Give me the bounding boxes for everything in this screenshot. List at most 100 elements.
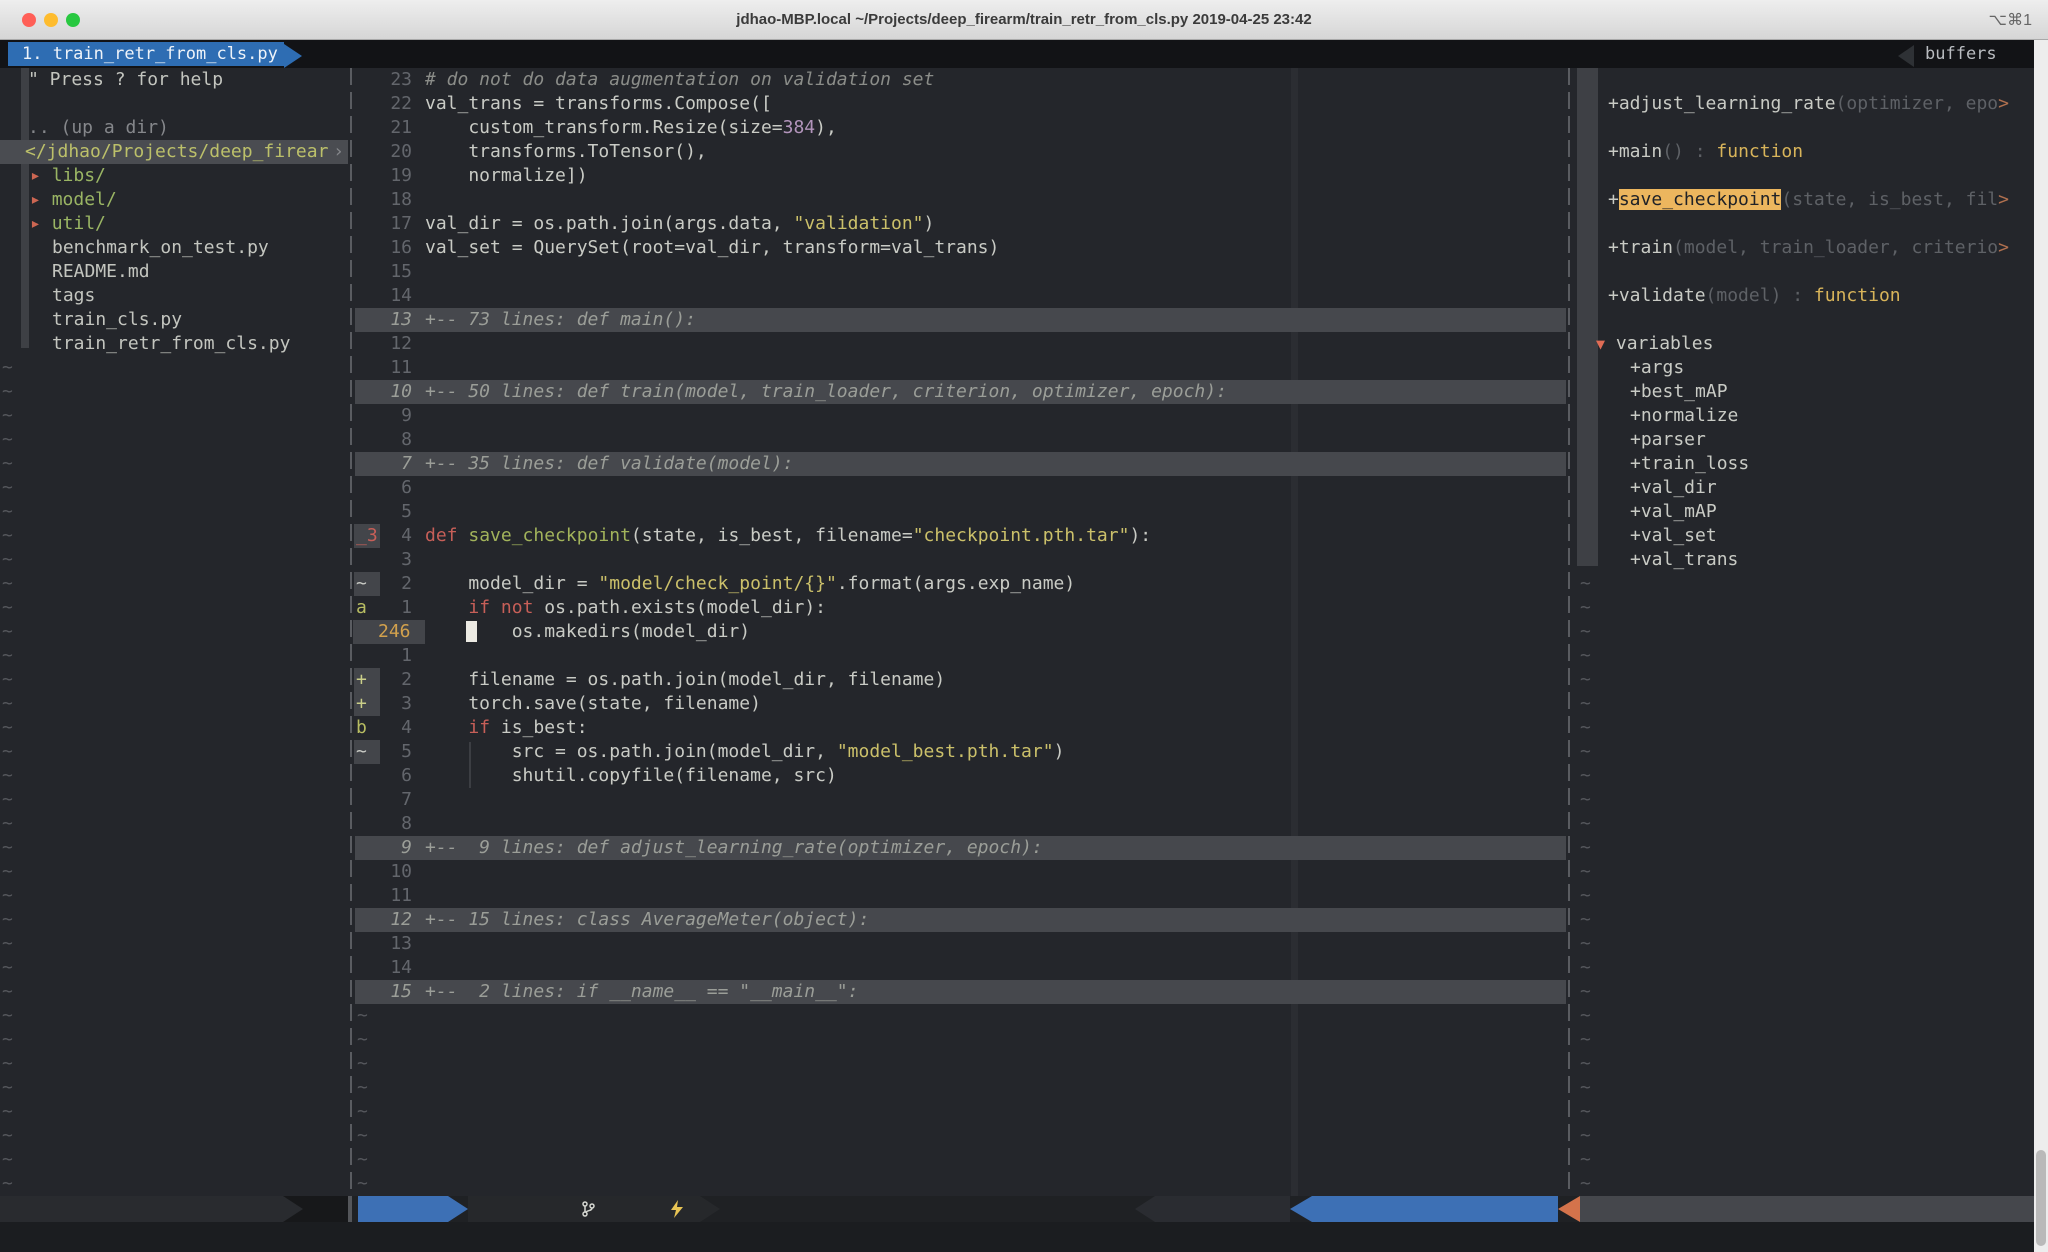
fold-text[interactable]: +-- 50 lines: def train(model, train_loa…: [425, 380, 1227, 404]
text-span: (optimizer, epo: [1836, 93, 1999, 114]
tagbar-entry[interactable]: +train_loss: [1630, 452, 1749, 476]
tagbar-entry[interactable]: +train(model, train_loader, criterio>: [1608, 236, 2009, 260]
code-line[interactable]: if is_best:: [425, 716, 588, 740]
scrollbar-track[interactable]: [2034, 40, 2048, 1252]
tagbar-entry[interactable]: +val_mAP: [1630, 500, 1717, 524]
line-number: 5: [353, 740, 412, 764]
line-number: 15: [353, 980, 412, 1004]
fold-text[interactable]: +-- 9 lines: def adjust_learning_rate(op…: [425, 836, 1043, 860]
tab-train-retr-from-cls[interactable]: 1. train_retr_from_cls.py: [8, 42, 284, 66]
empty-line-tilde: ~: [1580, 1100, 1591, 1124]
nerdtree-row[interactable]: </jdhao/Projects/deep_firear›: [0, 140, 348, 164]
code-line[interactable]: torch.save(state, filename): [425, 692, 761, 716]
tagbar-entry[interactable]: +val_dir: [1630, 476, 1717, 500]
nerdtree-row[interactable]: benchmark_on_test.py: [0, 236, 348, 260]
text-span: os.path.exists(model_dir):: [533, 597, 826, 618]
nerdtree-row[interactable]: " Press ? for help: [0, 68, 348, 92]
text-span: libs/: [52, 165, 106, 186]
code-line[interactable]: normalize]): [425, 164, 588, 188]
tagbar-entry[interactable]: ▼ variables: [1596, 332, 1713, 356]
macos-titlebar: jdhao-MBP.local ~/Projects/deep_firearm/…: [0, 0, 2048, 40]
fold-text[interactable]: +-- 15 lines: class AverageMeter(object)…: [425, 908, 869, 932]
tagbar-scroll-strip[interactable]: [1577, 68, 1598, 566]
fold-text[interactable]: +-- 2 lines: if __name__ == "__main__":: [425, 980, 858, 1004]
fold-text[interactable]: +-- 73 lines: def main():: [425, 308, 696, 332]
line-number: 16: [353, 236, 412, 260]
code-line[interactable]: filename = os.path.join(model_dir, filen…: [425, 668, 945, 692]
empty-line-tilde: ~: [2, 980, 13, 1004]
nerdtree-split-separator[interactable]: [350, 68, 352, 1196]
zoom-window-icon[interactable]: [66, 13, 80, 27]
tagbar-entry[interactable]: +main() : function: [1608, 140, 1803, 164]
tagbar-entry[interactable]: +validate(model) : function: [1608, 284, 1901, 308]
nerdtree-row[interactable]: README.md: [0, 260, 348, 284]
powerline-arrow-icon: [1290, 1196, 1312, 1222]
tagbar-entry[interactable]: +best_mAP: [1630, 380, 1728, 404]
text-span: (): [1662, 141, 1684, 162]
empty-line-tilde: ~: [1580, 596, 1591, 620]
line-number: 20: [353, 140, 412, 164]
tagbar-split-separator[interactable]: [1568, 68, 1570, 1196]
code-line[interactable]: val_set = QuerySet(root=val_dir, transfo…: [425, 236, 999, 260]
line-number: 7: [353, 452, 412, 476]
empty-line-tilde: ~: [2, 476, 13, 500]
tagbar-entry[interactable]: +adjust_learning_rate(optimizer, epo>: [1608, 92, 2009, 116]
code-line[interactable]: val_dir = os.path.join(args.data, "valid…: [425, 212, 934, 236]
code-line[interactable]: model_dir = "model/check_point/{}".forma…: [425, 572, 1075, 596]
text-span: "validation": [793, 213, 923, 234]
line-number: 15: [353, 260, 412, 284]
empty-line-tilde: ~: [357, 1172, 368, 1196]
code-line[interactable]: val_trans = transforms.Compose([: [425, 92, 772, 116]
code-line[interactable]: # do not do data augmentation on validat…: [425, 68, 934, 92]
nerdtree-row-text: train_cls.py: [52, 308, 182, 332]
nerdtree-row[interactable]: tags: [0, 284, 348, 308]
scrollbar-thumb[interactable]: [2036, 1150, 2046, 1246]
encoding-segment: utf-8[unix]: [1155, 1196, 1290, 1222]
tagbar-entry[interactable]: +normalize: [1630, 404, 1738, 428]
nerdtree-row-text: ▸ util/: [30, 212, 106, 236]
nerdtree-row[interactable]: ▸ util/: [0, 212, 348, 236]
current-line-number: 246: [378, 620, 411, 644]
nerdtree-row[interactable]: ▸ model/: [0, 188, 348, 212]
code-line[interactable]: shutil.copyfile(filename, src): [425, 764, 837, 788]
nerdtree-row[interactable]: .. (up a dir): [0, 116, 348, 140]
code-line[interactable]: src = os.path.join(model_dir, "model_bes…: [425, 740, 1064, 764]
empty-line-tilde: ~: [1580, 1124, 1591, 1148]
close-window-icon[interactable]: [22, 13, 36, 27]
text-span: if: [468, 717, 490, 738]
empty-line-tilde: ~: [2, 452, 13, 476]
code-line[interactable]: if not os.path.exists(model_dir):: [425, 596, 826, 620]
empty-line-tilde: ~: [2, 668, 13, 692]
terminal-window: jdhao-MBP.local ~/Projects/deep_firearm/…: [0, 0, 2048, 1252]
line-number: 11: [353, 356, 412, 380]
position-segment: 86% ≡ 246/284 ℓN : 5: [1312, 1196, 1558, 1222]
tagbar-entry[interactable]: +val_set: [1630, 524, 1717, 548]
empty-line-tilde: ~: [1580, 812, 1591, 836]
text-span: 384: [783, 117, 816, 138]
code-line[interactable]: def save_checkpoint(state, is_best, file…: [425, 524, 1151, 548]
line-number: 1: [353, 644, 412, 668]
tagbar-statusline: [Name] train_retr_from_cls.py: [1580, 1196, 2034, 1222]
text-span: transforms.ToTensor(),: [425, 141, 707, 162]
minimize-window-icon[interactable]: [44, 13, 58, 27]
empty-line-tilde: ~: [1580, 860, 1591, 884]
tagbar-entry[interactable]: +val_trans: [1630, 548, 1738, 572]
tagbar-entry[interactable]: +parser: [1630, 428, 1706, 452]
text-span: (state, is_best, filename=: [631, 525, 913, 546]
tagbar-entry[interactable]: +args: [1630, 356, 1684, 380]
tagbar-entry[interactable]: +save_checkpoint(state, is_best, fil>: [1608, 188, 2009, 212]
nerdtree-row[interactable]: train_cls.py: [0, 308, 348, 332]
nerdtree-statusline: ~/Projects/deep_firearm: [0, 1196, 348, 1222]
text-span: +args: [1630, 357, 1684, 378]
fold-text[interactable]: +-- 35 lines: def validate(model):: [425, 452, 793, 476]
color-column: [1291, 68, 1298, 1196]
git-branch-icon: [580, 1201, 596, 1217]
text-span: ▸: [30, 189, 52, 210]
code-line[interactable]: custom_transform.Resize(size=384),: [425, 116, 837, 140]
nerdtree-row[interactable]: ▸ libs/: [0, 164, 348, 188]
buffers-label[interactable]: buffers: [1925, 42, 1997, 66]
empty-line-tilde: ~: [2, 740, 13, 764]
code-line[interactable]: transforms.ToTensor(),: [425, 140, 707, 164]
line-number: 10: [353, 860, 412, 884]
nerdtree-row[interactable]: train_retr_from_cls.py: [0, 332, 348, 356]
